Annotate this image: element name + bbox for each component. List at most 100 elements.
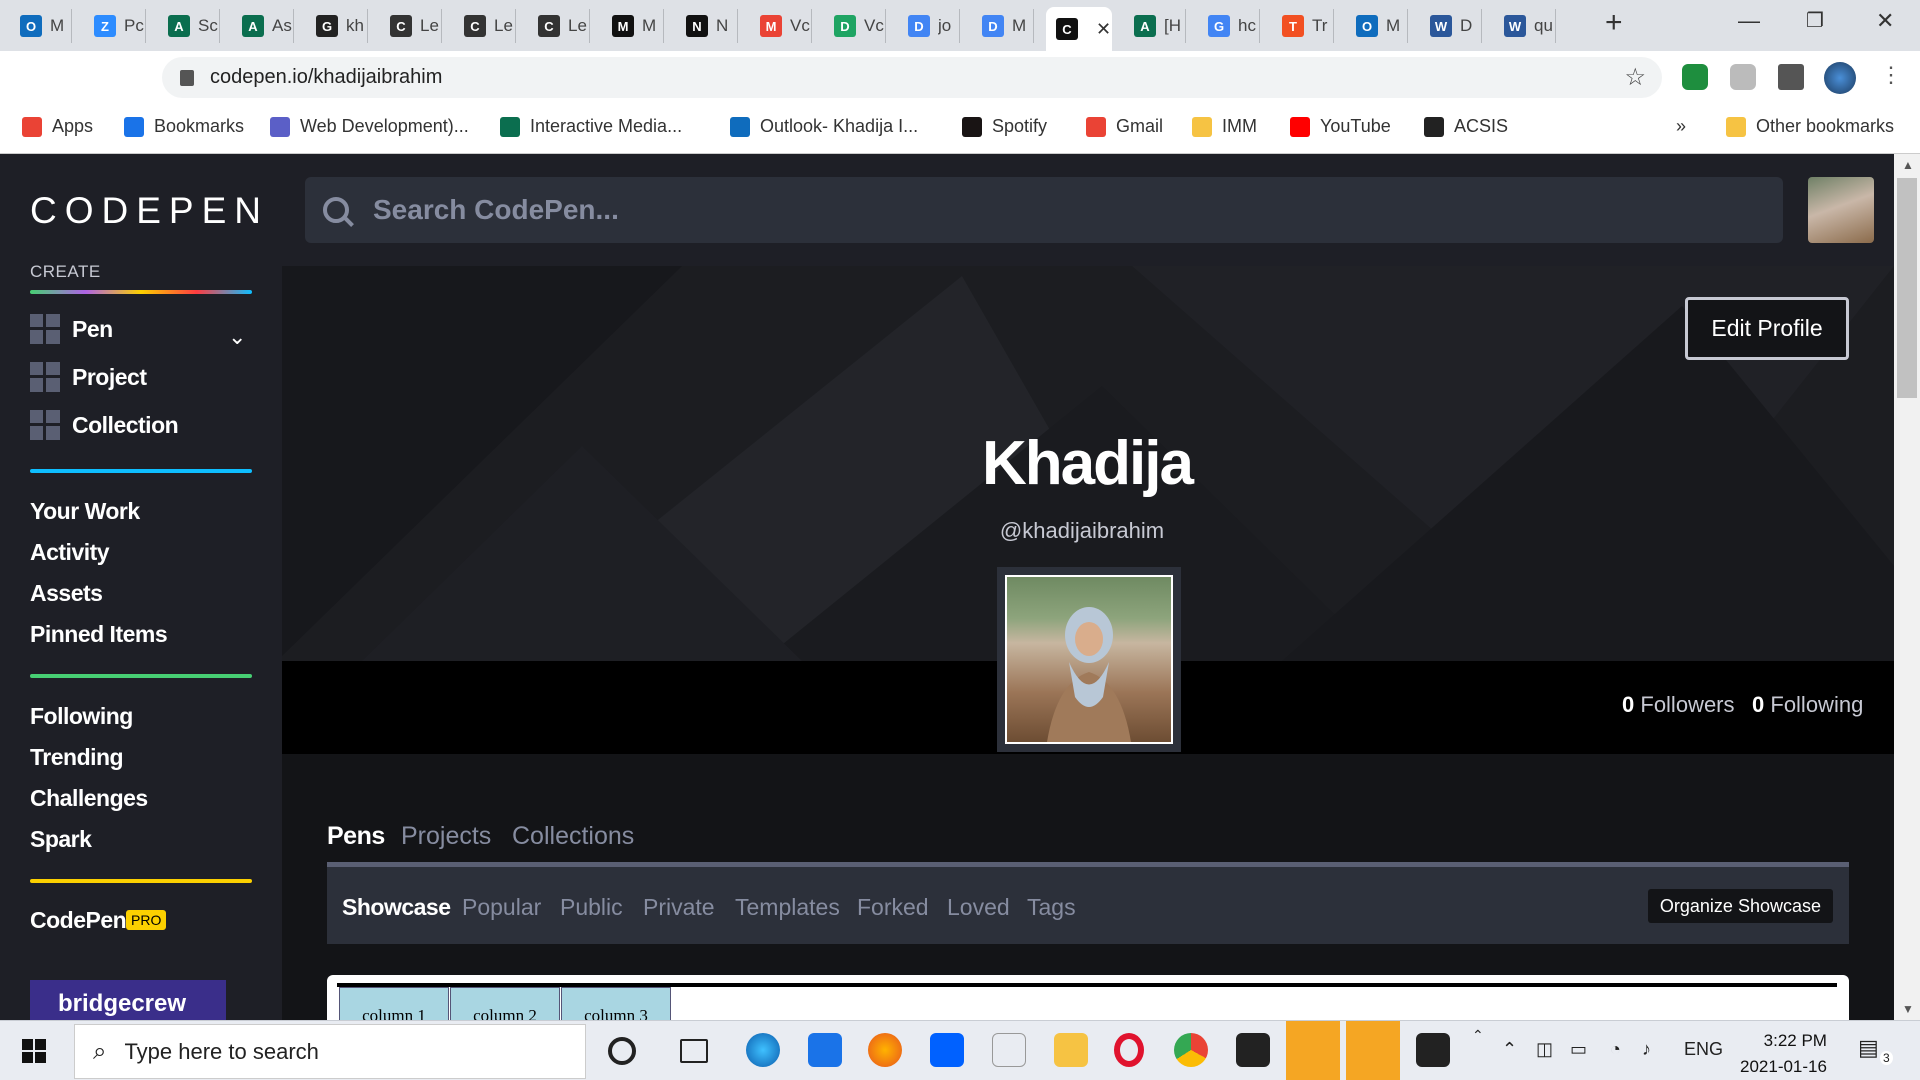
nav-pinned-items[interactable]: Pinned Items	[30, 621, 168, 648]
browser-tab[interactable]: C Le	[528, 9, 590, 43]
bookmark-item[interactable]: YouTube	[1290, 116, 1391, 137]
nav-activity[interactable]: Activity	[30, 539, 110, 566]
taskbar-scroll-up-icon[interactable]: ⌃	[1472, 1027, 1484, 1044]
other-bookmarks-folder[interactable]: Other bookmarks	[1726, 116, 1894, 137]
task-view-icon[interactable]	[680, 1039, 708, 1063]
subtab-private[interactable]: Private	[643, 894, 715, 921]
browser-tab[interactable]: M Vc	[750, 9, 812, 43]
browser-tab[interactable]: T Tr	[1272, 9, 1334, 43]
bookmark-item[interactable]: Bookmarks	[124, 116, 244, 137]
create-pen-button[interactable]: Pen	[30, 314, 113, 344]
browser-tab[interactable]: OM	[10, 9, 72, 43]
language-indicator[interactable]: ENG	[1684, 1039, 1723, 1060]
browser-tab[interactable]: OM	[1346, 9, 1408, 43]
codepen-logo[interactable]: CODEPEN	[30, 190, 269, 232]
zoom-icon[interactable]	[1346, 1021, 1400, 1080]
acrobat-icon[interactable]	[1416, 1033, 1450, 1067]
browser-tab[interactable]: NN	[676, 9, 738, 43]
organize-showcase-button[interactable]: Organize Showcase	[1647, 889, 1833, 923]
more-bookmarks-button[interactable]: »	[1676, 116, 1686, 137]
sponsor-ad[interactable]: bridgecrew	[30, 980, 226, 1020]
bookmark-item[interactable]: ACSIS	[1424, 116, 1508, 137]
windows-start-icon[interactable]	[22, 1039, 46, 1063]
bookmark-item[interactable]: Spotify	[962, 116, 1047, 137]
meet-now-icon[interactable]: ◫	[1536, 1039, 1553, 1060]
search-input[interactable]: Search CodePen...	[305, 177, 1783, 243]
mail-icon[interactable]	[808, 1033, 842, 1067]
scroll-up-arrow-icon[interactable]: ▲	[1902, 158, 1914, 172]
battery-icon[interactable]: ▭	[1570, 1039, 1587, 1060]
browser-tab[interactable]: A [H	[1124, 9, 1186, 43]
bookmark-item[interactable]: Outlook- Khadija I...	[730, 116, 918, 137]
tab-collections[interactable]: Collections	[512, 822, 634, 851]
browser-tab[interactable]: C Le	[380, 9, 442, 43]
bookmark-star-icon[interactable]: ☆	[1624, 63, 1646, 92]
nav-spark[interactable]: Spark	[30, 826, 92, 853]
nav-challenges[interactable]: Challenges	[30, 785, 148, 812]
bookmark-item[interactable]: IMM	[1192, 116, 1257, 137]
nav-trending[interactable]: Trending	[30, 744, 124, 771]
url-text[interactable]: codepen.io/khadijaibrahim	[210, 66, 442, 89]
close-tab-icon[interactable]: ✕	[1096, 19, 1111, 40]
bookmark-item[interactable]: Interactive Media...	[500, 116, 682, 137]
menu-kebab-icon[interactable]: ⋮	[1880, 62, 1902, 88]
subtab-public[interactable]: Public	[560, 894, 623, 921]
page-scrollbar[interactable]: ▲ ▼	[1894, 154, 1920, 1020]
tab-projects[interactable]: Projects	[401, 822, 491, 851]
browser-tab[interactable]: Wqu	[1494, 9, 1556, 43]
nav-following[interactable]: Following	[30, 703, 133, 730]
subtab-popular[interactable]: Popular	[462, 894, 541, 921]
profile-avatar-icon[interactable]	[1824, 62, 1856, 94]
subtab-tags[interactable]: Tags	[1027, 894, 1076, 921]
nav-codepen-pro[interactable]: CodePen	[30, 907, 127, 934]
following-stat[interactable]: 0 Following	[1752, 692, 1863, 718]
create-collection-button[interactable]: Collection	[30, 410, 179, 440]
notification-icon[interactable]: ▤	[1858, 1035, 1879, 1061]
omnibox[interactable]: codepen.io/khadijaibrahim ☆	[162, 57, 1662, 98]
dropbox-icon[interactable]	[930, 1033, 964, 1067]
opera-icon[interactable]	[1114, 1033, 1144, 1067]
browser-tab[interactable]: C ✕	[1046, 7, 1112, 51]
extension-icon[interactable]	[1730, 64, 1756, 90]
create-project-button[interactable]: Project	[30, 362, 147, 392]
browser-tab[interactable]: A Sc	[158, 9, 220, 43]
chevron-down-icon[interactable]: ⌄	[228, 324, 246, 350]
sticky-notes-icon[interactable]	[1236, 1033, 1270, 1067]
browser-tab[interactable]: C Le	[454, 9, 516, 43]
new-tab-button[interactable]: +	[1605, 6, 1623, 40]
tab-pens[interactable]: Pens	[327, 822, 385, 851]
close-window-icon[interactable]: ✕	[1876, 8, 1894, 34]
bookmark-item[interactable]: Apps	[22, 116, 93, 137]
shield-extension-icon[interactable]	[1682, 64, 1708, 90]
scrollbar-thumb[interactable]	[1897, 178, 1917, 398]
show-hidden-icons-icon[interactable]: ⌃	[1502, 1039, 1517, 1060]
browser-tab[interactable]: Djo	[898, 9, 960, 43]
followers-stat[interactable]: 0 Followers	[1622, 692, 1735, 718]
browser-tab[interactable]: Gkh	[306, 9, 368, 43]
browser-tab[interactable]: Ghc	[1198, 9, 1260, 43]
volume-icon[interactable]: ♪	[1642, 1039, 1651, 1060]
minimize-icon[interactable]: —	[1738, 8, 1760, 34]
cortana-icon[interactable]	[608, 1037, 636, 1065]
bookmark-item[interactable]: Gmail	[1086, 116, 1163, 137]
firefox-icon[interactable]	[868, 1033, 902, 1067]
subtab-showcase[interactable]: Showcase	[342, 894, 451, 921]
pen-preview-card[interactable]: column 1 column 2 column 3	[327, 975, 1849, 1020]
taskbar-clock[interactable]: 3:22 PM 2021-01-16	[1740, 1028, 1827, 1080]
taskbar-search-input[interactable]: ⌕ Type here to search	[74, 1024, 586, 1079]
browser-tab[interactable]: Z Pc	[84, 9, 146, 43]
subtab-forked[interactable]: Forked	[857, 894, 929, 921]
user-avatar[interactable]	[1808, 177, 1874, 243]
puzzle-extensions-icon[interactable]	[1778, 64, 1804, 90]
amazon-icon[interactable]	[992, 1033, 1026, 1067]
browser-tab[interactable]: DM	[972, 9, 1034, 43]
browser-tab[interactable]: MM	[602, 9, 664, 43]
browser-tab[interactable]: D Vc	[824, 9, 886, 43]
nav-assets[interactable]: Assets	[30, 580, 103, 607]
wattpad-icon[interactable]	[1286, 1021, 1340, 1080]
wifi-icon[interactable]: ◔	[1610, 1039, 1621, 1060]
edge-browser-icon[interactable]	[746, 1033, 780, 1067]
nav-your-work[interactable]: Your Work	[30, 498, 140, 525]
restore-icon[interactable]: ❐	[1806, 8, 1824, 33]
file-explorer-icon[interactable]	[1054, 1033, 1088, 1067]
